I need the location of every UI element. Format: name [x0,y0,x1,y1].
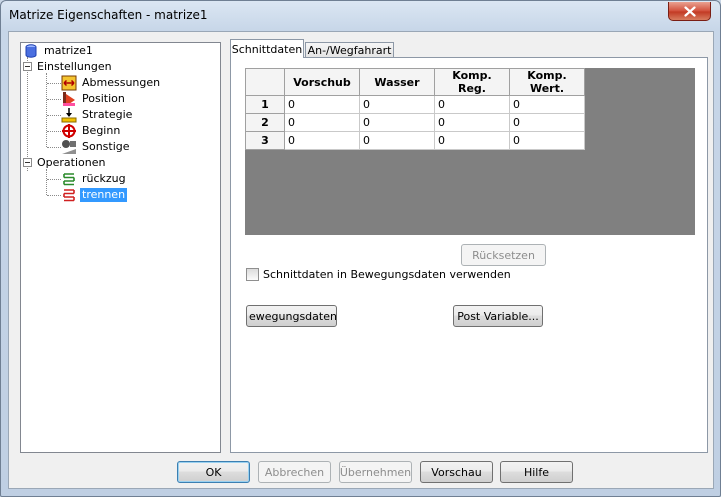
column-header[interactable]: Vorschub [284,68,360,96]
tree-line [47,195,61,196]
tree-item-position[interactable]: Position [61,91,127,107]
reset-button[interactable]: Rücksetzen [461,244,546,266]
tree-item-einstellungen[interactable]: Einstellungen [35,59,114,75]
dialog-window: Matrize Eigenschaften - matrize1 matrize… [0,0,721,497]
use-in-motion-data-option[interactable]: Schnittdaten in Bewegungsdaten verwenden [246,268,511,281]
grid-cell[interactable]: 0 [359,131,435,150]
tree-line [47,83,61,84]
tree-line [47,131,61,132]
tree-line [47,99,61,100]
grid-cell[interactable]: 0 [359,113,435,132]
preview-button[interactable]: Vorschau [420,461,493,483]
tree-label: Beginn [82,124,121,137]
table-row: 3 0 0 0 0 [245,131,585,150]
bewegungsdaten-button[interactable]: ewegungsdaten.. [246,305,337,327]
cutting-data-grid[interactable]: Vorschub Wasser Komp. Reg. Komp. Wert. 1… [245,68,695,235]
grid-cell[interactable]: 0 [434,113,510,132]
column-header[interactable]: Komp. Reg. [434,68,510,96]
tree-item-sonstige[interactable]: Sonstige [61,139,132,155]
tree-label: Operationen [37,156,106,169]
tree-line [47,115,61,116]
strategy-icon [61,108,77,123]
row-header[interactable]: 2 [245,113,285,132]
grid-cell[interactable]: 0 [509,113,585,132]
cut-operation-icon [63,189,75,202]
grid-cell[interactable]: 0 [434,95,510,114]
tree-item-root[interactable]: matrize1 [23,43,95,59]
apply-button[interactable]: Übernehmen [339,461,412,483]
tree-label: Position [82,92,125,105]
collapse-toggle[interactable] [23,62,32,71]
close-button[interactable] [668,2,711,21]
crosshair-icon [62,124,76,138]
grid-cell[interactable]: 0 [509,95,585,114]
checkbox-label: Schnittdaten in Bewegungsdaten verwenden [263,268,511,281]
grid-cell[interactable]: 0 [509,131,585,150]
grid-cell[interactable]: 0 [359,95,435,114]
cutting-data-table: Vorschub Wasser Komp. Reg. Komp. Wert. 1… [245,68,585,150]
tree-label: matrize1 [44,44,93,57]
tree-item-operationen[interactable]: Operationen [35,155,107,171]
tree-line [47,147,61,148]
tree-item-beginn[interactable]: Beginn [61,123,122,139]
tree-line [46,73,47,147]
tree-label: Einstellungen [37,60,112,73]
row-header[interactable]: 3 [245,131,285,150]
close-icon [683,5,696,17]
cancel-button[interactable]: Abbrechen [258,461,331,483]
ok-button[interactable]: OK [177,461,250,483]
tab-an-wegfahrart[interactable]: An-/Wegfahrart [305,42,394,58]
table-row: 1 0 0 0 0 [245,95,585,114]
tree-label: rückzug [82,172,126,185]
grid-cell[interactable]: 0 [434,131,510,150]
dialog-client-area: matrize1 Einstellungen Abmessungen Posit… [8,31,714,489]
tree-label: Sonstige [82,140,130,153]
misc-shapes-icon [62,140,76,154]
grid-cell[interactable]: 0 [284,113,360,132]
tree-item-rueckzug[interactable]: rückzug [61,171,128,187]
grid-cell[interactable]: 0 [284,131,360,150]
schnittdaten-panel: Vorschub Wasser Komp. Reg. Komp. Wert. 1… [230,57,708,453]
tree-label-selected: trennen [80,188,128,202]
dimensions-icon [61,75,77,91]
grid-corner [245,68,285,96]
tree-line [47,179,61,180]
tree-label: Strategie [82,108,133,121]
grid-cell[interactable]: 0 [284,95,360,114]
tree-item-abmessungen[interactable]: Abmessungen [61,75,162,91]
settings-tree[interactable]: matrize1 Einstellungen Abmessungen Posit… [20,42,221,453]
tree-item-strategie[interactable]: Strategie [61,107,134,123]
post-variable-button[interactable]: Post Variable... [453,305,543,327]
retract-operation-icon [63,173,75,186]
column-header[interactable]: Komp. Wert. [509,68,585,96]
tab-schnittdaten[interactable]: Schnittdaten [230,39,304,58]
table-row: 2 0 0 0 0 [245,113,585,132]
use-in-motion-data-checkbox[interactable] [246,268,259,281]
tree-label: Abmessungen [82,76,161,89]
collapse-toggle[interactable] [23,158,32,167]
matrix-cylinder-icon [25,44,37,58]
tree-line [46,169,47,195]
help-button[interactable]: Hilfe [500,461,573,483]
tree-item-trennen[interactable]: trennen [61,187,128,203]
window-title: Matrize Eigenschaften - matrize1 [9,8,208,22]
position-icon [63,92,75,106]
tree-line [27,57,28,171]
column-header[interactable]: Wasser [359,68,435,96]
title-bar[interactable]: Matrize Eigenschaften - matrize1 [1,1,720,31]
row-header[interactable]: 1 [245,95,285,114]
